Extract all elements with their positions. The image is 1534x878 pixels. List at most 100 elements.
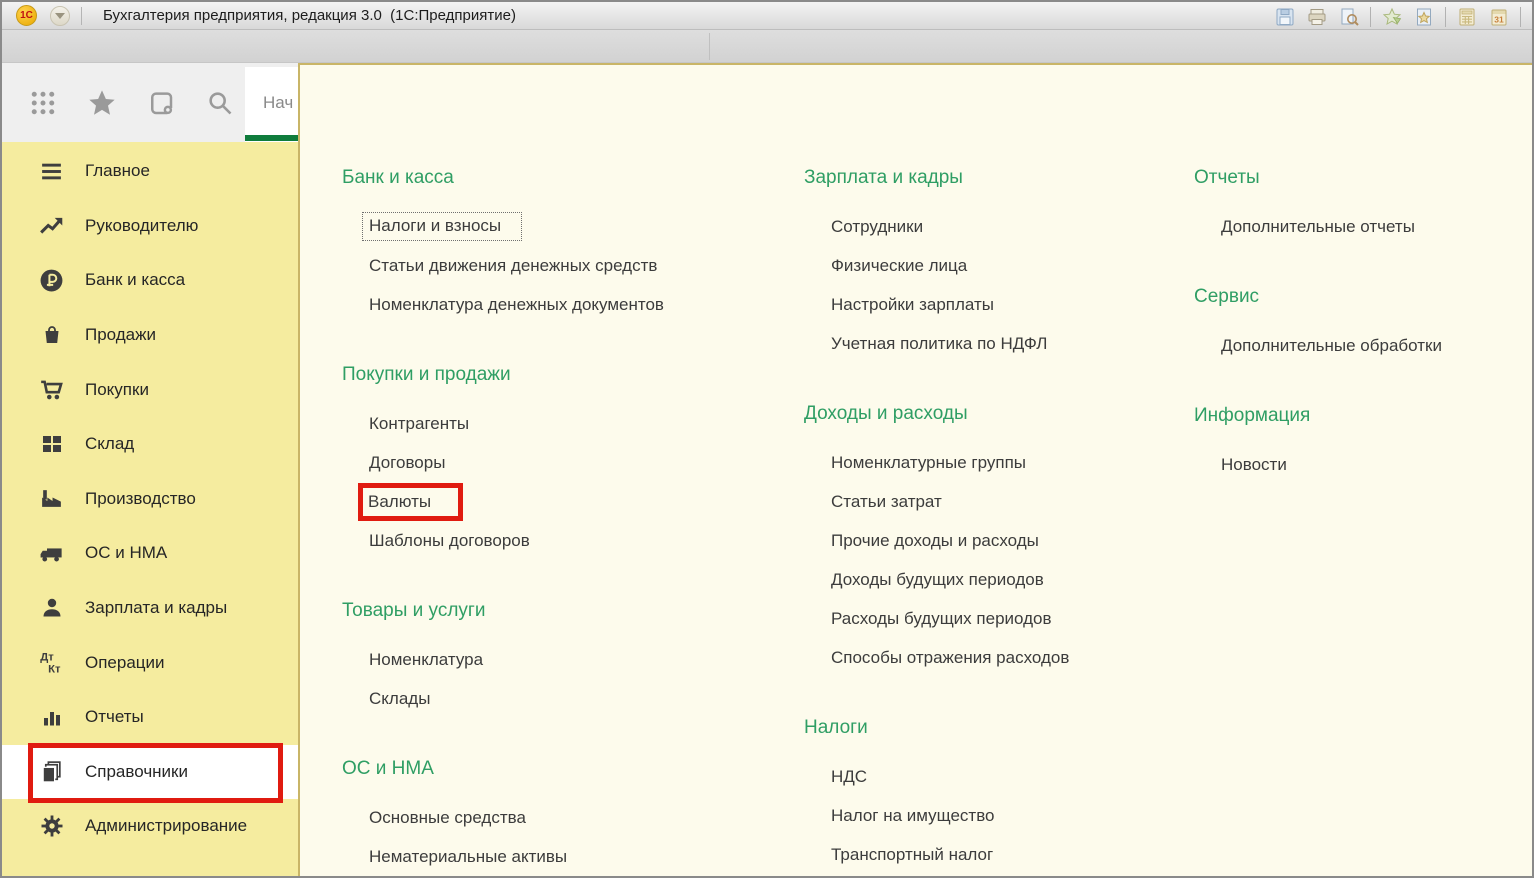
menu-item[interactable]: Прочие доходы и расходы <box>804 521 1204 560</box>
favorites-add-icon[interactable] <box>1379 5 1405 29</box>
window-title: Бухгалтерия предприятия, редакция 3.0 (1… <box>103 7 516 24</box>
bar-chart-icon <box>38 704 65 731</box>
print-icon[interactable] <box>1304 5 1330 29</box>
sidebar-item-sklad[interactable]: Склад <box>2 417 299 472</box>
save-icon[interactable] <box>1272 5 1298 29</box>
divider <box>1445 7 1446 27</box>
menu-item[interactable]: Транспортный налог <box>804 835 1204 874</box>
menu-item-currencies[interactable]: Валюты <box>342 482 782 521</box>
menu-item[interactable]: Основные средства <box>342 798 782 837</box>
section-title: Информация <box>1194 401 1524 431</box>
search-icon[interactable] <box>204 87 236 119</box>
menu-item[interactable]: Номенклатурные группы <box>804 443 1204 482</box>
menu-item[interactable]: Склады <box>342 679 782 718</box>
factory-icon <box>38 485 65 512</box>
document-star-icon[interactable] <box>1411 5 1437 29</box>
favorites-star-icon[interactable] <box>86 87 118 119</box>
menu-section-servis: Сервис Дополнительные обработки <box>1194 282 1524 365</box>
sidebar-item-bank-i-kassa[interactable]: Банк и касса <box>2 253 299 308</box>
menu-item[interactable]: Расходы будущих периодов <box>804 599 1204 638</box>
menu-item[interactable]: Учетная политика по НДФЛ <box>804 324 1204 363</box>
sidebar-item-os-i-nma[interactable]: ОС и НМА <box>2 526 299 581</box>
history-icon[interactable] <box>145 87 177 119</box>
sidebar-item-prodazhi[interactable]: Продажи <box>2 308 299 363</box>
menu-item[interactable]: Налог на имущество <box>804 796 1204 835</box>
divider <box>1370 7 1371 27</box>
tab-active-underline <box>245 135 299 141</box>
1c-logo-icon: 1С <box>16 5 37 26</box>
shopping-cart-icon <box>38 376 65 403</box>
quick-toolbar <box>2 63 242 142</box>
menu-item[interactable]: Дополнительные обработки <box>1194 326 1524 365</box>
functions-menu-panel: Банк и касса Налоги и взносы Статьи движ… <box>298 63 1534 878</box>
sidebar-item-pokupki[interactable]: Покупки <box>2 362 299 417</box>
section-title: Отчеты <box>1194 163 1524 193</box>
sidebar-item-otchety[interactable]: Отчеты <box>2 690 299 745</box>
menu-item[interactable]: Способы отражения расходов <box>804 638 1204 677</box>
print-preview-icon[interactable] <box>1336 5 1362 29</box>
divider <box>81 7 82 25</box>
stacked-books-icon <box>38 758 65 785</box>
menu-item[interactable]: Номенклатура <box>342 640 782 679</box>
tab-home[interactable]: Нач <box>245 67 299 142</box>
menu-section-zarplata-i-kadry: Зарплата и кадры Сотрудники Физические л… <box>804 163 1204 363</box>
menu-section-pokupki-i-prodazhi: Покупки и продажи Контрагенты Договоры В… <box>342 360 782 560</box>
section-title: ОС и НМА <box>342 754 782 784</box>
upper-strip <box>2 30 1532 63</box>
menu-item[interactable]: Статьи затрат <box>804 482 1204 521</box>
menu-item[interactable]: НДС <box>804 757 1204 796</box>
section-title: Налоги <box>804 713 1204 743</box>
menu-item[interactable]: Нематериальные активы <box>342 837 782 876</box>
menu-item[interactable]: Договоры <box>342 443 782 482</box>
menu-item-taxes-contributions[interactable]: Налоги и взносы <box>342 207 782 246</box>
debit-credit-icon: ДтКт <box>38 649 65 676</box>
menu-column-1: Банк и касса Налоги и взносы Статьи движ… <box>342 65 782 878</box>
menu-item[interactable]: Номенклатура денежных документов <box>342 285 782 324</box>
menu-item[interactable]: Физические лица <box>804 246 1204 285</box>
sidebar-item-administrirovanie[interactable]: Администрирование <box>2 799 299 854</box>
svg-text:Дт: Дт <box>40 651 54 663</box>
menu-item[interactable]: Доходы будущих периодов <box>804 560 1204 599</box>
menu-section-dohody-i-rashody: Доходы и расходы Номенклатурные группы С… <box>804 399 1204 677</box>
sidebar-item-proizvodstvo[interactable]: Производство <box>2 472 299 527</box>
menu-column-3: Отчеты Дополнительные отчеты Сервис Допо… <box>1194 65 1524 520</box>
section-title: Доходы и расходы <box>804 399 1204 429</box>
app-window: 1С Бухгалтерия предприятия, редакция 3.0… <box>0 0 1534 878</box>
menu-section-informaciya: Информация Новости <box>1194 401 1524 484</box>
titlebar-icon-strip: 31 <box>1269 5 1526 29</box>
main-menu-dropdown-button[interactable] <box>50 6 70 26</box>
section-title: Покупки и продажи <box>342 360 782 390</box>
sidebar-item-zarplata-i-kadry[interactable]: Зарплата и кадры <box>2 581 299 636</box>
menu-item[interactable]: Дополнительные отчеты <box>1194 207 1524 246</box>
annotation-box-currencies: Валюты <box>358 483 463 521</box>
sidebar: Главное Руководителю Банк и касса Продаж… <box>2 142 299 878</box>
menu-item[interactable]: Статьи движения денежных средств <box>342 246 782 285</box>
sidebar-item-operacii[interactable]: ДтКт Операции <box>2 635 299 690</box>
truck-icon <box>38 540 65 567</box>
menu-item[interactable]: Настройки зарплаты <box>804 285 1204 324</box>
section-title: Товары и услуги <box>342 596 782 626</box>
section-title: Банк и касса <box>342 163 782 193</box>
calculator-icon[interactable] <box>1454 5 1480 29</box>
menu-item[interactable]: Шаблоны договоров <box>342 521 782 560</box>
warehouse-boxes-icon <box>38 431 65 458</box>
svg-text:Кт: Кт <box>48 664 61 676</box>
section-title: Зарплата и кадры <box>804 163 1204 193</box>
ruble-circle-icon <box>38 267 65 294</box>
calendar-icon[interactable]: 31 <box>1486 5 1512 29</box>
menu-column-2: Зарплата и кадры Сотрудники Физические л… <box>804 65 1204 878</box>
tab-label: Нач <box>263 93 293 113</box>
chevron-down-icon <box>55 13 65 19</box>
menu-item[interactable]: Контрагенты <box>342 404 782 443</box>
title-bar: 1С Бухгалтерия предприятия, редакция 3.0… <box>2 2 1532 30</box>
sidebar-item-spravochniki[interactable]: Справочники <box>2 745 299 800</box>
menu-section-otchety: Отчеты Дополнительные отчеты <box>1194 163 1524 246</box>
divider <box>709 33 710 60</box>
trend-chart-icon <box>38 212 65 239</box>
menu-section-bank-i-kassa: Банк и касса Налоги и взносы Статьи движ… <box>342 163 782 324</box>
apps-grid-icon[interactable] <box>27 87 59 119</box>
sidebar-item-glavnoe[interactable]: Главное <box>2 144 299 199</box>
sidebar-item-rukovoditelyu[interactable]: Руководителю <box>2 199 299 254</box>
menu-item[interactable]: Новости <box>1194 445 1524 484</box>
menu-item[interactable]: Сотрудники <box>804 207 1204 246</box>
